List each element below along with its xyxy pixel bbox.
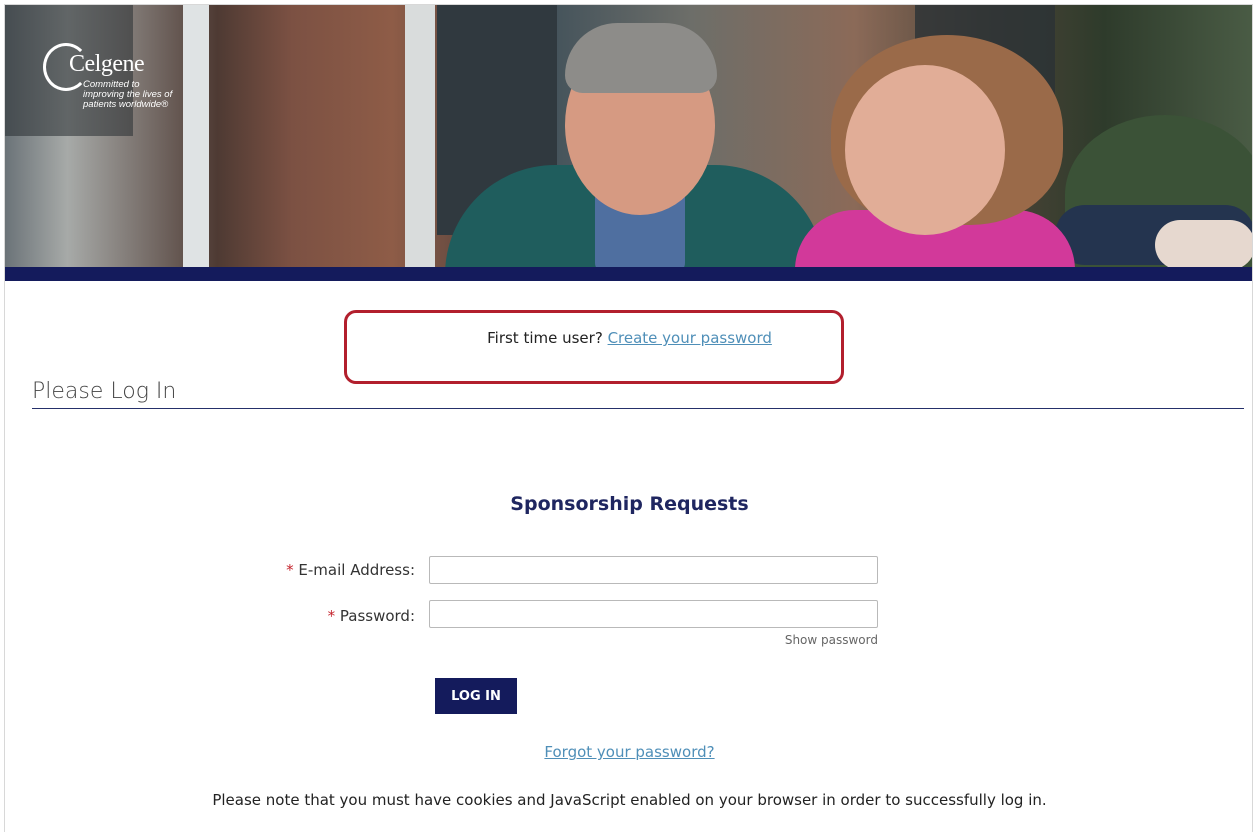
hero-divider-bar	[5, 267, 1252, 281]
hero-woman-hand	[1155, 220, 1252, 267]
logo-name: Celgene	[69, 51, 145, 77]
forgot-password-link[interactable]: Forgot your password?	[544, 743, 714, 761]
password-field[interactable]	[429, 600, 878, 628]
form-title: Sponsorship Requests	[510, 493, 749, 515]
cookies-javascript-note: Please note that you must have cookies a…	[212, 791, 1047, 809]
password-label-text: Password:	[339, 607, 415, 625]
show-password-link[interactable]: Show password	[705, 633, 878, 647]
first-time-user-prompt: First time user? Create your password	[5, 329, 1252, 347]
create-password-link[interactable]: Create your password	[608, 329, 772, 347]
email-label: * E-mail Address:	[235, 561, 415, 579]
page-title: Please Log In	[32, 379, 177, 404]
hero-banner-image: Celgene Committed to improving the lives…	[5, 5, 1252, 267]
title-divider	[32, 408, 1244, 409]
login-page: Celgene Committed to improving the lives…	[4, 4, 1253, 832]
hero-man-hair	[565, 23, 717, 93]
password-label: * Password:	[235, 607, 415, 625]
hero-woman-face	[845, 65, 1005, 235]
login-button[interactable]: LOG IN	[435, 678, 517, 714]
required-marker: *	[286, 561, 294, 579]
hero-pillar	[405, 5, 435, 267]
email-label-text: E-mail Address:	[298, 561, 415, 579]
forgot-password-row: Forgot your password?	[5, 743, 1252, 761]
celgene-logo: Celgene Committed to improving the lives…	[5, 5, 172, 136]
first-time-highlight-box	[344, 310, 844, 384]
first-time-user-text: First time user?	[487, 329, 603, 347]
email-field[interactable]	[429, 556, 878, 584]
hero-pillar	[183, 5, 209, 267]
logo-tagline: Committed to improving the lives of pati…	[83, 79, 173, 110]
required-marker: *	[327, 607, 336, 625]
